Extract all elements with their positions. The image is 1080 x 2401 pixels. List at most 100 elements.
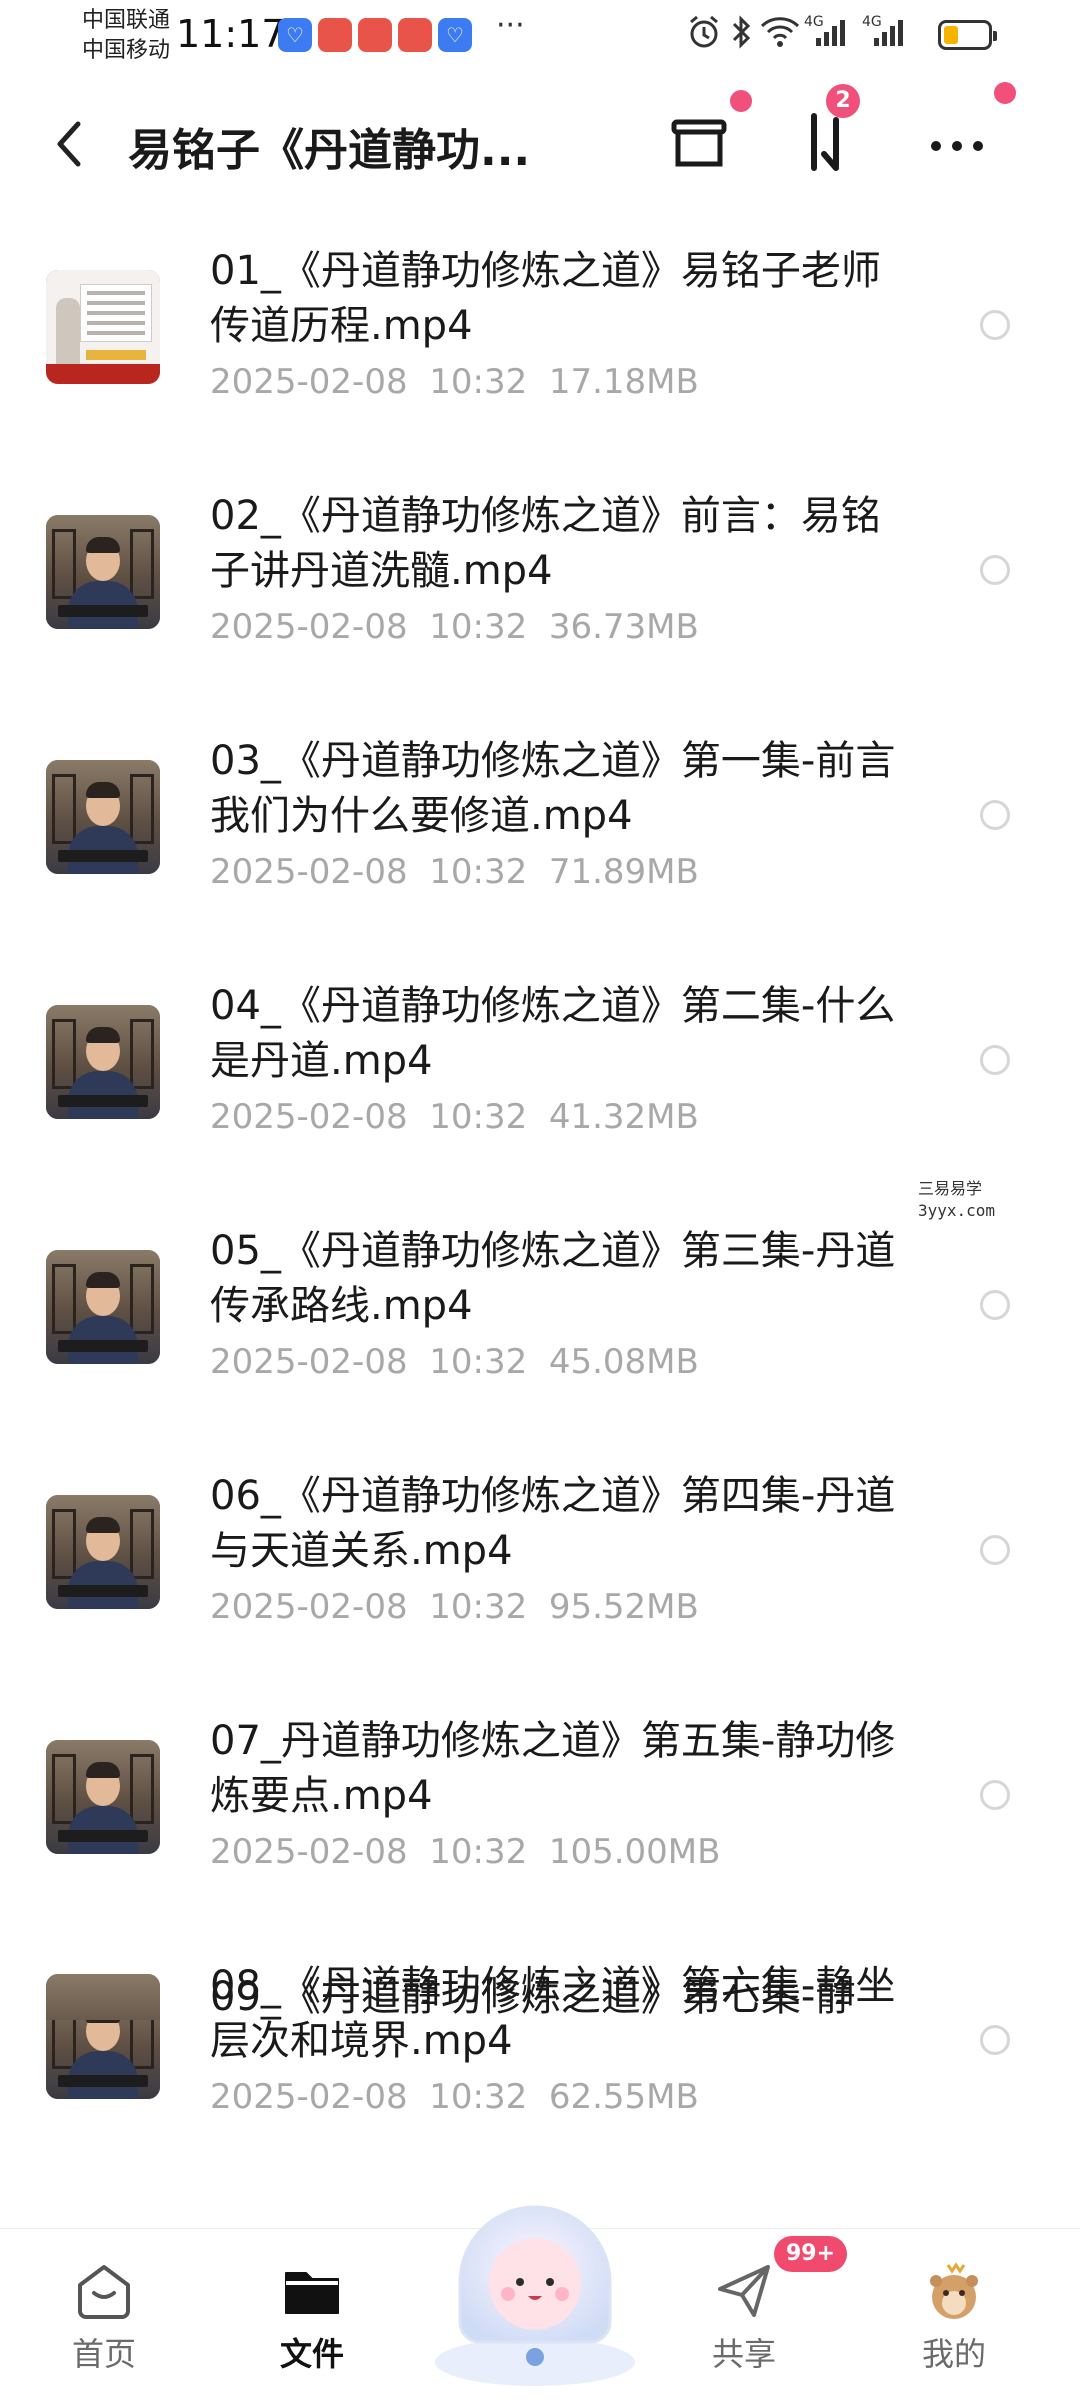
file-row[interactable]: 04_《丹道静功修炼之道》第二集-什么是丹道.mp4 2025-02-08 10:… [0, 961, 1080, 1206]
video-thumbnail [46, 1250, 160, 1364]
select-radio[interactable] [980, 1535, 1010, 1565]
select-radio[interactable] [980, 800, 1010, 830]
file-date: 2025-02-08 [210, 2077, 408, 2117]
file-name: 02_《丹道静功修炼之道》前言：易铭子讲丹道洗髓.mp4 [210, 493, 881, 594]
transfer-count-badge: 2 [826, 84, 860, 118]
file-meta: 2025-02-08 10:32 41.32MB [210, 1097, 699, 1137]
video-thumbnail [46, 1495, 160, 1609]
file-name: 05_《丹道静功修炼之道》第三集-丹道传承路线.mp4 [210, 1228, 896, 1329]
file-date: 2025-02-08 [210, 1832, 408, 1872]
carrier-1: 中国联通 [82, 8, 171, 33]
more-icon[interactable] [922, 108, 992, 178]
file-date: 2025-02-08 [210, 362, 408, 402]
tab-home[interactable]: 首页 [24, 2229, 184, 2401]
watermark-line-2: 3yyx.com [918, 1201, 996, 1220]
notification-app-icon: ♡ [438, 18, 472, 52]
file-size: 95.52MB [548, 1587, 699, 1627]
file-date: 2025-02-08 [210, 1587, 408, 1627]
select-radio[interactable] [980, 555, 1010, 585]
file-time: 10:32 [429, 1832, 528, 1872]
file-meta: 2025-02-08 10:32 36.73MB [210, 607, 699, 647]
notification-app-icon: ♡ [278, 18, 312, 52]
file-row-partial[interactable]: 09_《丹道静功修炼之道》第七集-静 [0, 1960, 1080, 2020]
transfer-sort-icon[interactable] [792, 108, 862, 178]
share-count-badge: 99+ [774, 2236, 848, 2272]
select-radio[interactable] [980, 1780, 1010, 1810]
file-row[interactable]: 06_《丹道静功修炼之道》第四集-丹道与天道关系.mp4 2025-02-08 1… [0, 1451, 1080, 1696]
file-date: 2025-02-08 [210, 852, 408, 892]
more-notifications: ··· [496, 8, 525, 43]
file-size: 17.18MB [548, 362, 699, 402]
assistant-mascot-icon[interactable] [420, 2172, 650, 2392]
signal-icon [874, 20, 903, 46]
file-row[interactable]: 02_《丹道静功修炼之道》前言：易铭子讲丹道洗髓.mp4 2025-02-08 1… [0, 471, 1080, 716]
file-size: 45.08MB [548, 1342, 699, 1382]
alarm-icon [690, 15, 718, 48]
file-name: 06_《丹道静功修炼之道》第四集-丹道与天道关系.mp4 [210, 1473, 896, 1574]
file-time: 10:32 [429, 362, 528, 402]
wifi-icon [760, 17, 800, 47]
tab-files-label: 文件 [279, 2335, 344, 2373]
file-size: 36.73MB [548, 607, 699, 647]
file-meta: 2025-02-08 10:32 62.55MB [210, 2077, 699, 2117]
file-date: 2025-02-08 [210, 1097, 408, 1137]
select-radio[interactable] [980, 310, 1010, 340]
status-time: 11:17 [176, 12, 286, 56]
file-time: 10:32 [429, 1097, 528, 1137]
file-name: 03_《丹道静功修炼之道》第一集-前言我们为什么要修道.mp4 [210, 738, 896, 839]
file-name: 04_《丹道静功修炼之道》第二集-什么是丹道.mp4 [210, 983, 896, 1084]
tab-me[interactable]: 我的 [874, 2229, 1034, 2401]
tab-me-label: 我的 [921, 2335, 986, 2373]
notification-dot [994, 82, 1016, 104]
folder-icon [285, 2272, 339, 2314]
signal-icon [816, 20, 845, 46]
carrier-labels: 中国联通 中国移动 [82, 6, 170, 66]
share-icon [718, 2265, 770, 2317]
file-row[interactable]: 07_丹道静功修炼之道》第五集-静功修炼要点.mp4 2025-02-08 10:… [0, 1696, 1080, 1941]
file-size: 71.89MB [548, 852, 699, 892]
notification-dot [730, 90, 752, 112]
file-meta: 2025-02-08 10:32 71.89MB [210, 852, 699, 892]
battery-icon [938, 20, 997, 50]
home-icon [78, 2265, 130, 2319]
cloud-box-icon[interactable] [664, 108, 734, 178]
select-radio[interactable] [980, 1290, 1010, 1320]
video-thumbnail [46, 515, 160, 629]
notification-app-icon [318, 18, 352, 52]
notification-app-icon [398, 18, 432, 52]
carrier-2: 中国移动 [82, 38, 171, 63]
file-date: 2025-02-08 [210, 607, 408, 647]
file-time: 10:32 [429, 607, 528, 647]
nav-header: 易铭子《丹道静功... 2 [0, 82, 1080, 200]
select-radio[interactable] [980, 1045, 1010, 1075]
file-name: 09_《丹道静功修炼之道》第七集-静 [210, 1974, 856, 2020]
video-thumbnail [46, 1740, 160, 1854]
file-time: 10:32 [429, 852, 528, 892]
tab-home-label: 首页 [71, 2335, 136, 2373]
file-row[interactable]: 01_《丹道静功修炼之道》易铭子老师传道历程.mp4 2025-02-08 10:… [0, 226, 1080, 471]
tab-files[interactable]: 文件 [232, 2229, 392, 2401]
file-meta: 2025-02-08 10:32 95.52MB [210, 1587, 699, 1627]
file-meta: 2025-02-08 10:32 17.18MB [210, 362, 699, 402]
video-thumbnail [46, 1974, 160, 2020]
file-time: 10:32 [429, 1342, 528, 1382]
file-size: 105.00MB [548, 1832, 721, 1872]
file-date: 2025-02-08 [210, 1342, 408, 1382]
file-name: 07_丹道静功修炼之道》第五集-静功修炼要点.mp4 [210, 1718, 896, 1819]
watermark: 三易易学 3yyx.com [918, 1178, 995, 1222]
file-size: 62.55MB [548, 2077, 699, 2117]
file-time: 10:32 [429, 2077, 528, 2117]
select-radio[interactable] [980, 2025, 1010, 2055]
file-meta: 2025-02-08 10:32 45.08MB [210, 1342, 699, 1382]
back-icon[interactable] [50, 116, 90, 172]
video-thumbnail [46, 760, 160, 874]
watermark-line-1: 三易易学 [918, 1179, 983, 1198]
notification-app-icon [358, 18, 392, 52]
file-meta: 2025-02-08 10:32 105.00MB [210, 1832, 720, 1872]
bluetooth-icon [732, 15, 751, 49]
file-row[interactable]: 03_《丹道静功修炼之道》第一集-前言我们为什么要修道.mp4 2025-02-0… [0, 716, 1080, 961]
video-thumbnail [46, 1005, 160, 1119]
file-name: 01_《丹道静功修炼之道》易铭子老师传道历程.mp4 [210, 248, 881, 349]
avatar-icon [930, 2262, 978, 2319]
file-row[interactable]: 05_《丹道静功修炼之道》第三集-丹道传承路线.mp4 2025-02-08 10… [0, 1206, 1080, 1451]
